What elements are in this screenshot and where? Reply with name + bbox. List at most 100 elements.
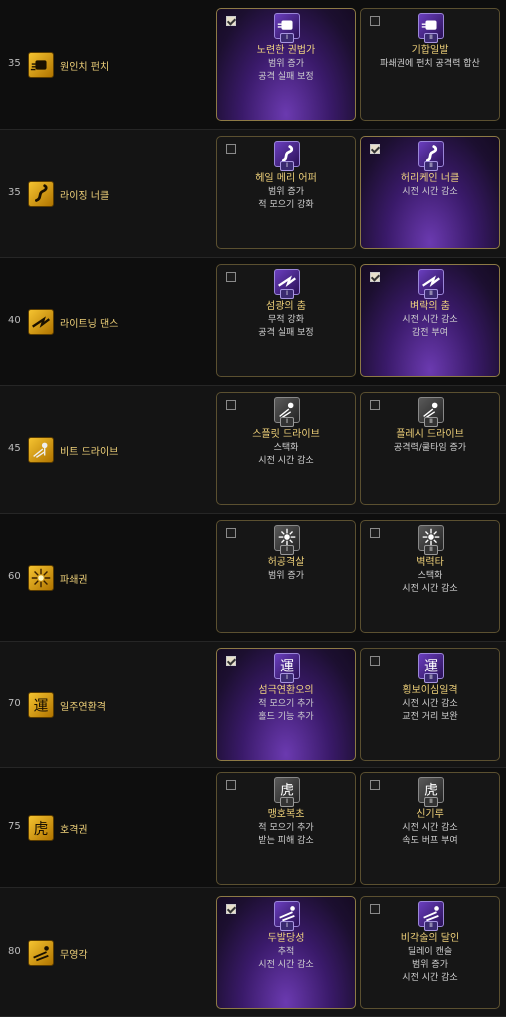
- crush-fist-icon: [28, 565, 54, 591]
- rune-name: 섬광의 춤: [266, 301, 306, 312]
- rune-card-2[interactable]: II 기합일발파쇄권에 펀치 공격력 합산: [360, 8, 500, 121]
- rune-effect-line: 시전 시간 감소: [258, 960, 314, 970]
- rune-effects: 딜레이 캔슬 범위 증가 시전 시간 감소: [361, 946, 499, 985]
- rune-effects: 스택화 시전 시간 감소: [217, 442, 355, 468]
- rune-card-1[interactable]: I 두발당성 추적 시전 시간 감소: [216, 896, 356, 1009]
- rune-card-2[interactable]: II 벽력타스택화시전 시간 감소: [360, 520, 500, 633]
- rune-effect-line: 공격력/쿨타임 증가: [393, 443, 467, 453]
- skill-row: 40 라이트닝 댄스 I 섬광의 춤 무적 강화 공격 실패 보정 II 벼락의 춤 시전 시간…: [0, 258, 506, 386]
- rune-checkbox[interactable]: [226, 780, 236, 790]
- rune-checkbox[interactable]: [226, 904, 236, 914]
- rune-effects: 범위 증가: [217, 570, 355, 583]
- rune-checkbox[interactable]: [226, 400, 236, 410]
- rune-checkbox[interactable]: [226, 16, 236, 26]
- rune-card-1[interactable]: I 스플릿 드라이브 스택화 시전 시간 감소: [216, 392, 356, 505]
- rune-name: 기합일발: [411, 45, 449, 56]
- rune-effect-line: 교전 거리 보완: [402, 712, 458, 722]
- skill-level: 45: [8, 443, 21, 454]
- rune-card-2[interactable]: 運 II 횡보이심일격 시전 시간 감소 교전 거리 보완: [360, 648, 500, 761]
- rune-number-badge: II: [424, 921, 438, 931]
- rune-checkbox[interactable]: [370, 272, 380, 282]
- rune-effects: 공격력/쿨타임 증가: [361, 442, 499, 455]
- rune-effect-line: 시전 시간 감소: [402, 187, 458, 197]
- rune-checkbox[interactable]: [370, 144, 380, 154]
- rune-effects: 범위 증가 공격 실패 보정: [217, 58, 355, 84]
- rune-number-badge: II: [424, 417, 438, 427]
- rune-effects: 시전 시간 감소 교전 거리 보완: [361, 698, 499, 724]
- skill-name: 비트 드라이브: [60, 447, 119, 458]
- rune-card-2[interactable]: II 허리케인 너클 시전 시간 감소: [360, 136, 500, 249]
- rune-number-badge: II: [424, 545, 438, 555]
- rune-effect-line: 시전 시간 감소: [402, 584, 458, 594]
- knuckle-rune-icon: I: [274, 141, 300, 171]
- skill-level: 75: [8, 821, 21, 832]
- rune-card-1[interactable]: I 헤일 메리 어퍼범위 증가 적 모으기 강화: [216, 136, 356, 249]
- rune-name: 벼락의 춤: [410, 301, 450, 312]
- kick-rune-icon: I: [274, 901, 300, 931]
- rune-effects: 시전 시간 감소: [361, 186, 499, 199]
- rune-effects: 무적 강화 공격 실패 보정: [217, 314, 355, 340]
- rune-card-2[interactable]: II 벼락의 춤 시전 시간 감소 감전 부여: [360, 264, 500, 377]
- rune-number-badge: II: [424, 289, 438, 299]
- rune-checkbox[interactable]: [226, 656, 236, 666]
- rune-card-1[interactable]: I 노련한 권법가 범위 증가 공격 실패 보정: [216, 8, 356, 121]
- rune-number-badge: II: [424, 797, 438, 807]
- skill-row: 70 運 일주연환격 運 I 섬극연환오의 적 모으기 추가 홀드 기능 추가 運 II 횡보이심일…: [0, 642, 506, 768]
- rune-number-badge: II: [424, 673, 438, 683]
- rune-effect-line: 시전 시간 감소: [258, 456, 314, 466]
- beat-drive-icon: [28, 437, 54, 463]
- rune-effect-line: 속도 버프 부여: [402, 836, 458, 846]
- rune-checkbox[interactable]: [226, 528, 236, 538]
- rune-name: 맹호복초: [267, 809, 305, 820]
- rune-name: 섬극연환오의: [258, 685, 314, 696]
- rune-number-badge: I: [280, 921, 294, 931]
- rune-card-2[interactable]: 虎 II 신기루 시전 시간 감소 속도 버프 부여: [360, 772, 500, 885]
- rune-name: 헤일 메리 어퍼: [255, 173, 317, 184]
- rune-number-badge: I: [280, 33, 294, 43]
- rune-effect-line: 시전 시간 감소: [402, 315, 458, 325]
- rune-effect-line: 파쇄권에 펀치 공격력 합산: [380, 59, 480, 69]
- rune-checkbox[interactable]: [370, 656, 380, 666]
- skill-name: 호격권: [60, 825, 88, 836]
- rune-card-1[interactable]: 虎 I 맹호복초 적 모으기 추가 받는 피해 감소: [216, 772, 356, 885]
- rune-card-1[interactable]: I 허공격살 범위 증가: [216, 520, 356, 633]
- rune-effect-line: 범위 증가: [268, 571, 304, 581]
- kick-rune-icon: II: [418, 901, 444, 931]
- rune-card-1[interactable]: I 섬광의 춤 무적 강화 공격 실패 보정: [216, 264, 356, 377]
- skill-row: 75 虎 호격권 虎 I 맹호복초 적 모으기 추가 받는 피해 감소 虎 II 신기루 시전 시간 …: [0, 768, 506, 888]
- rune-name: 벽력타: [416, 557, 444, 568]
- rune-checkbox[interactable]: [370, 904, 380, 914]
- skill-row: 35 라이징 너클 I 헤일 메리 어퍼 범위 증가 적 모으기 강화 II 허리케인 너클 시…: [0, 130, 506, 258]
- rune-effect-line: 홀드 기능 추가: [258, 712, 314, 722]
- rune-effect-line: 무적 강화: [268, 315, 304, 325]
- rune-effects: 범위 증가 적 모으기 강화: [217, 186, 355, 212]
- rune-effect-line: 스택화: [417, 571, 443, 581]
- rune-checkbox[interactable]: [370, 528, 380, 538]
- rune-effect-line: 딜레이 캔슬: [407, 947, 453, 957]
- fist-icon: [28, 52, 54, 78]
- rune-number-badge: I: [280, 797, 294, 807]
- rune-effect-line: 시전 시간 감소: [402, 973, 458, 983]
- skill-name: 라이징 너클: [60, 191, 110, 202]
- rune-number-badge: II: [424, 33, 438, 43]
- rune-card-1[interactable]: 運 I 섬극연환오의 적 모으기 추가 홀드 기능 추가: [216, 648, 356, 761]
- rising-knuckle-icon: [28, 181, 54, 207]
- rune-checkbox[interactable]: [370, 16, 380, 26]
- rune-card-2[interactable]: II 비각술의 달인 딜레이 캔슬 범위 증가 시전 시간 감소: [360, 896, 500, 1009]
- burst-rune-icon: II: [418, 525, 444, 555]
- skill-name: 일주연환격: [60, 702, 106, 713]
- rune-checkbox[interactable]: [226, 272, 236, 282]
- skill-name: 파쇄권: [60, 575, 88, 586]
- burst-rune-icon: I: [274, 525, 300, 555]
- rune-checkbox[interactable]: [370, 780, 380, 790]
- skill-row: 35 원인치 펀치 I 노련한 권법가 범위 증가 공격 실패 보정 II 기합일발 파쇄권에 …: [0, 0, 506, 130]
- rune-effect-line: 적 모으기 추가: [258, 699, 314, 709]
- svg-text:虎: 虎: [34, 821, 49, 838]
- rune-checkbox[interactable]: [370, 400, 380, 410]
- rune-effect-line: 적 모으기 강화: [258, 200, 314, 210]
- rune-card-2[interactable]: II 플레시 드라이브 공격력/쿨타임 증가: [360, 392, 500, 505]
- rune-effects: 적 모으기 추가 받는 피해 감소: [217, 822, 355, 848]
- knuckle-rune-icon: II: [418, 141, 444, 171]
- rune-checkbox[interactable]: [226, 144, 236, 154]
- skill-row: 45 비트 드라이브 I 스플릿 드라이브 스택화 시전 시간 감소 II 플레시 드라이브 공…: [0, 386, 506, 514]
